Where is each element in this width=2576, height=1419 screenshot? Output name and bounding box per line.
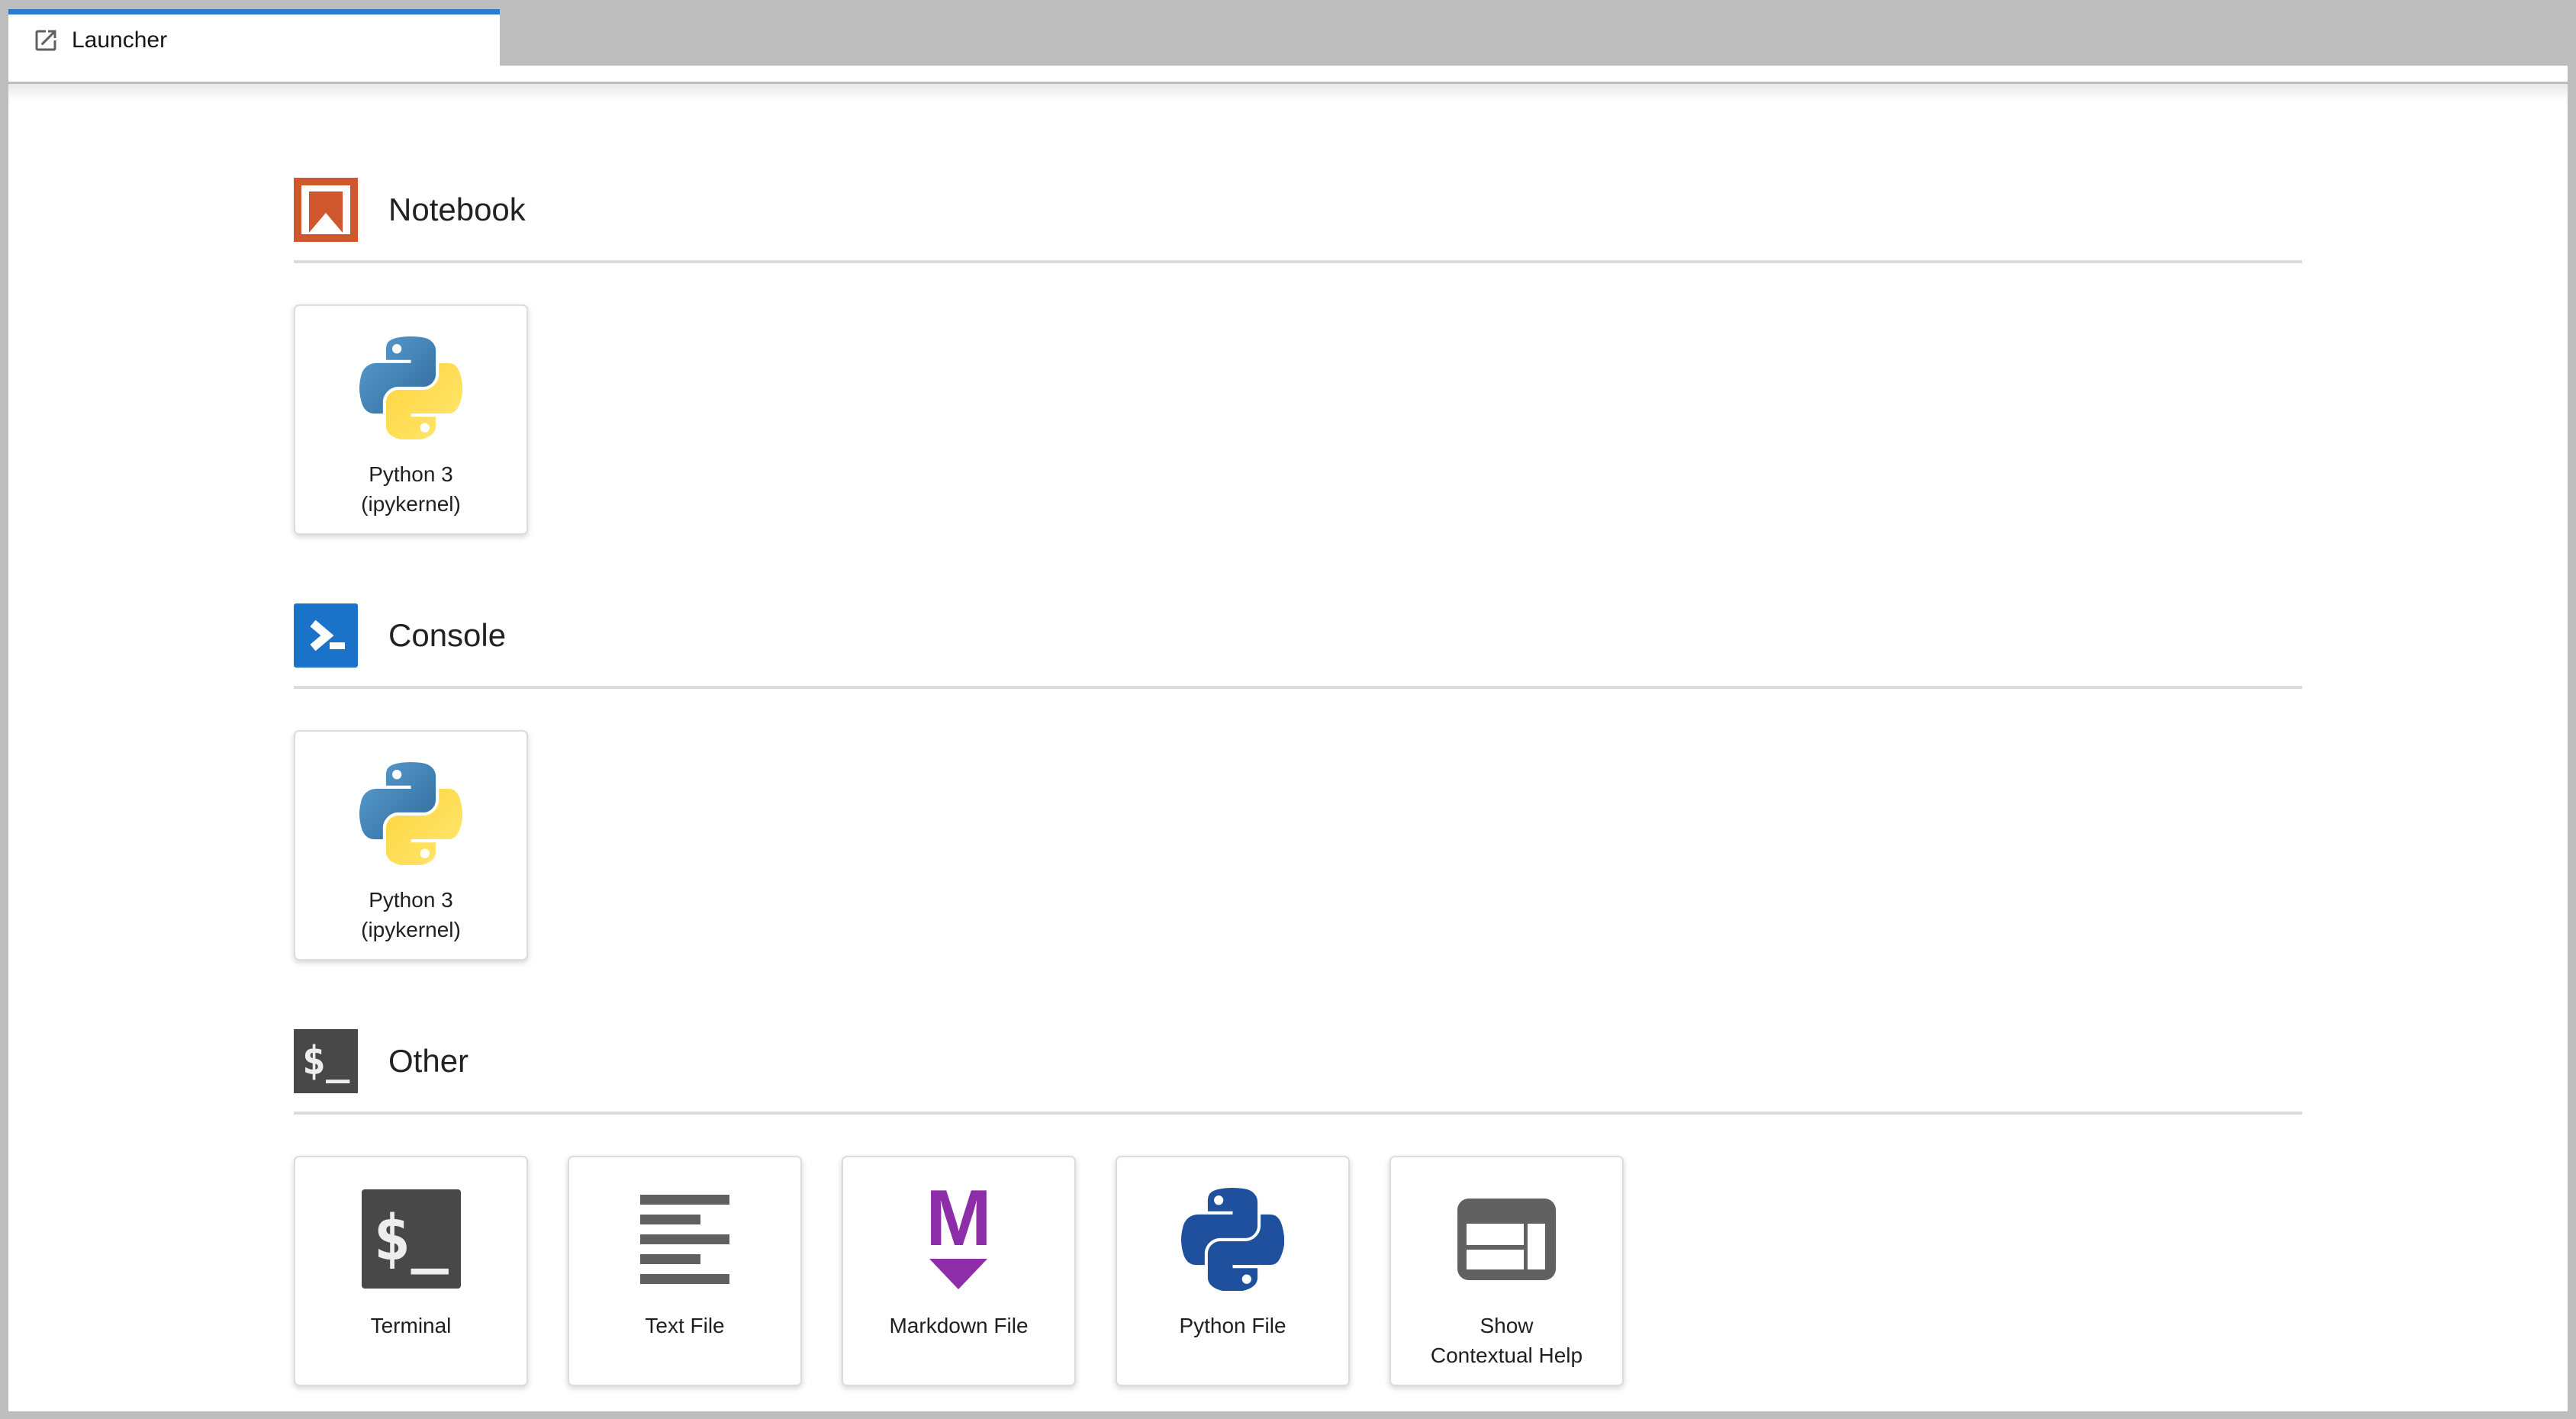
launcher-panel: Notebook Python 3 (ipykernel) Console Py… xyxy=(8,66,2568,1411)
python-file-icon xyxy=(1181,1186,1284,1292)
tabbar-shadow xyxy=(8,84,2568,101)
card-row: Python 3 (ipykernel) xyxy=(294,263,2302,535)
card-label: Markdown File xyxy=(889,1314,1029,1337)
card-text-file[interactable]: Text File xyxy=(568,1156,802,1386)
console-icon xyxy=(294,603,358,668)
card-label: Terminal xyxy=(370,1314,452,1337)
card-row: Python 3 (ipykernel) xyxy=(294,689,2302,960)
tab-bar: Launcher xyxy=(8,9,2568,66)
card-markdown-file[interactable]: M Markdown File xyxy=(842,1156,1076,1386)
section-other: $_ Other $_ Terminal Text File M Markdow… xyxy=(294,1029,2302,1386)
card-label: Python File xyxy=(1179,1314,1286,1337)
section-title: Other xyxy=(388,1043,469,1079)
card-show-contextual-help[interactable]: Show Contextual Help xyxy=(1389,1156,1624,1386)
card-python3-console[interactable]: Python 3 (ipykernel) xyxy=(294,730,528,960)
card-terminal[interactable]: $_ Terminal xyxy=(294,1156,528,1386)
text-file-icon xyxy=(640,1186,729,1292)
card-label: Text File xyxy=(645,1314,725,1337)
section-console: Console Python 3 (ipykernel) xyxy=(294,603,2302,960)
notebook-icon xyxy=(294,178,358,242)
section-title: Notebook xyxy=(388,191,526,227)
markdown-icon: M xyxy=(926,1179,992,1292)
section-notebook: Notebook Python 3 (ipykernel) xyxy=(294,178,2302,535)
launcher-tab-icon xyxy=(32,27,60,54)
launcher-content: Notebook Python 3 (ipykernel) Console Py… xyxy=(294,66,2302,1386)
python-logo-icon xyxy=(359,334,462,441)
contextual-help-icon xyxy=(1457,1186,1556,1292)
card-label: Python 3 (ipykernel) xyxy=(361,462,461,516)
card-python3-notebook[interactable]: Python 3 (ipykernel) xyxy=(294,304,528,535)
jupyterlab-dock: Launcher Notebook Python 3 (ipykernel) C… xyxy=(8,9,2568,1411)
terminal-icon: $_ xyxy=(361,1186,461,1292)
card-python-file[interactable]: Python File xyxy=(1116,1156,1350,1386)
window-frame: Launcher Notebook Python 3 (ipykernel) C… xyxy=(0,0,2576,1419)
section-notebook-header: Notebook xyxy=(294,178,2302,242)
section-console-header: Console xyxy=(294,603,2302,668)
python-logo-icon xyxy=(359,760,462,867)
section-other-header: $_ Other xyxy=(294,1029,2302,1093)
tab-launcher[interactable]: Launcher xyxy=(8,9,500,66)
tab-label: Launcher xyxy=(72,27,168,53)
card-label: Show Contextual Help xyxy=(1430,1314,1583,1367)
card-label: Python 3 (ipykernel) xyxy=(361,888,461,941)
section-title: Console xyxy=(388,617,507,653)
terminal-icon: $_ xyxy=(294,1029,358,1093)
card-row: $_ Terminal Text File M Markdown File Py… xyxy=(294,1115,2302,1386)
